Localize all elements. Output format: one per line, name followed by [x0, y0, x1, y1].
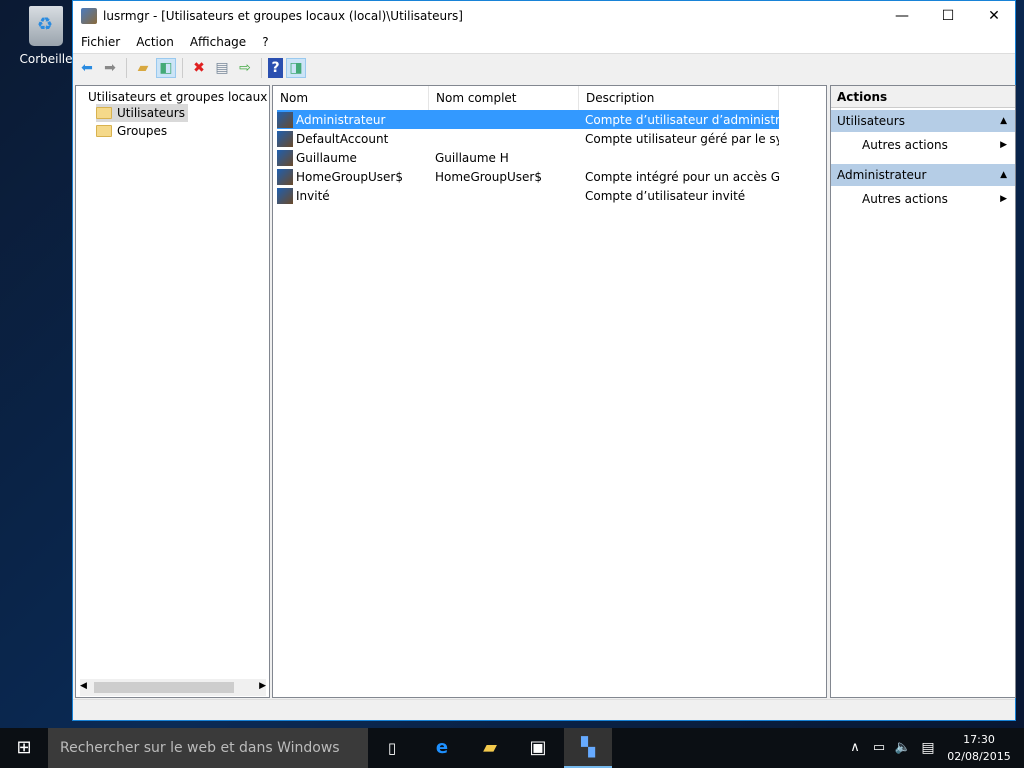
title-bar[interactable]: lusrmgr - [Utilisateurs et groupes locau… — [73, 1, 1015, 31]
lusrmgr-window: lusrmgr - [Utilisateurs et groupes locau… — [72, 0, 1016, 721]
scroll-left-icon[interactable]: ◀ — [80, 681, 87, 691]
clock[interactable]: 17:30 02/08/2015 — [944, 731, 1014, 765]
actions-section-utilisateurs[interactable]: Utilisateurs ▲ — [831, 110, 1015, 132]
menu-fichier[interactable]: Fichier — [73, 35, 128, 49]
menu-action[interactable]: Action — [128, 35, 182, 49]
back-icon[interactable]: ⬅ — [77, 58, 97, 78]
action-label: Autres actions — [862, 192, 948, 206]
submenu-arrow-icon: ▶ — [1000, 140, 1007, 150]
window-title: lusrmgr - [Utilisateurs et groupes locau… — [103, 9, 463, 23]
clock-time: 17:30 — [963, 733, 995, 746]
menu-affichage[interactable]: Affichage — [182, 35, 254, 49]
menu-bar: Fichier Action Affichage ? — [73, 31, 1015, 54]
recycle-bin-desktop-icon[interactable]: Corbeille — [14, 6, 78, 66]
folder-icon — [96, 125, 112, 137]
tree-item-groupes[interactable]: Groupes — [96, 122, 167, 140]
tree-item-label: Groupes — [117, 124, 168, 138]
cell-description: Compte d’utilisateur invité — [585, 188, 746, 203]
cell-nom: Invité — [296, 188, 330, 203]
scrollbar-thumb[interactable] — [94, 682, 234, 693]
menu-help[interactable]: ? — [254, 35, 276, 49]
app-icon — [81, 8, 97, 24]
properties-icon[interactable]: ▤ — [212, 58, 232, 78]
toolbar-separator — [126, 58, 127, 78]
user-icon — [277, 111, 293, 128]
clock-date: 02/08/2015 — [947, 750, 1011, 763]
recycle-bin-icon — [29, 6, 63, 46]
tree-item-label: Utilisateurs — [117, 106, 185, 120]
file-explorer-icon[interactable]: ▰ — [466, 728, 514, 768]
maximize-button[interactable]: ☐ — [925, 1, 971, 31]
start-windows-icon[interactable]: ⊞ — [0, 728, 48, 768]
task-view-icon[interactable]: ▯ — [368, 728, 416, 768]
action-label: Autres actions — [862, 138, 948, 152]
forward-icon[interactable]: ➡ — [100, 58, 120, 78]
submenu-arrow-icon: ▶ — [1000, 194, 1007, 204]
edge-browser-icon[interactable]: e — [418, 728, 466, 768]
cell-nom: DefaultAccount — [296, 131, 389, 146]
cell-nom: Administrateur — [296, 112, 386, 127]
tree-item-utilisateurs[interactable]: Utilisateurs — [96, 104, 188, 122]
console-tree-pane: Utilisateurs et groupes locaux (lo Utili… — [75, 85, 270, 698]
column-header-description[interactable]: Description — [579, 86, 779, 110]
action-center-icon[interactable]: ▤ — [914, 728, 942, 768]
collapse-icon[interactable]: ▲ — [1000, 164, 1007, 186]
table-row[interactable]: DefaultAccount Compte utilisateur géré p… — [277, 129, 779, 148]
search-box[interactable]: Rechercher sur le web et dans Windows — [48, 728, 368, 768]
cell-nom-complet: HomeGroupUser$ — [435, 169, 542, 184]
actions-title: Actions — [831, 86, 1015, 108]
cell-description: Compte intégré pour un accès Gr... — [585, 169, 779, 184]
cell-description: Compte utilisateur géré par le syst... — [585, 131, 779, 146]
column-header-nom[interactable]: Nom — [273, 86, 429, 110]
cell-nom-complet: Guillaume H — [435, 150, 509, 165]
volume-icon[interactable]: 🔈 — [890, 728, 916, 768]
column-header-nom-complet[interactable]: Nom complet — [429, 86, 579, 110]
taskbar: ⊞ Rechercher sur le web et dans Windows … — [0, 728, 1024, 768]
scroll-right-icon[interactable]: ▶ — [259, 681, 266, 691]
toolbar-separator — [182, 58, 183, 78]
cell-description: Compte d’utilisateur d’administra... — [585, 112, 779, 127]
users-list-pane: Nom Nom complet Description Administrate… — [272, 85, 827, 698]
up-folder-icon[interactable]: ▰ — [133, 58, 153, 78]
user-icon — [277, 168, 293, 185]
toolbar-separator — [261, 58, 262, 78]
close-button[interactable]: ✕ — [971, 1, 1017, 31]
help-icon[interactable]: ? — [268, 58, 283, 78]
autres-actions-administrateur[interactable]: Autres actions ▶ — [831, 188, 1015, 210]
show-hide-console-tree-icon[interactable]: ◧ — [156, 58, 176, 78]
recycle-bin-label: Corbeille — [19, 52, 73, 66]
tree-root-label: Utilisateurs et groupes locaux (lo — [88, 90, 268, 104]
cell-nom: Guillaume — [296, 150, 357, 165]
section-label: Utilisateurs — [837, 114, 905, 128]
user-icon — [277, 187, 293, 204]
autres-actions-utilisateurs[interactable]: Autres actions ▶ — [831, 134, 1015, 156]
collapse-icon[interactable]: ▲ — [1000, 110, 1007, 132]
network-icon[interactable]: ▭ — [866, 728, 892, 768]
lusrmgr-taskbar-icon[interactable]: ▚ — [564, 728, 612, 768]
minimize-button[interactable]: — — [879, 1, 925, 31]
actions-section-administrateur[interactable]: Administrateur ▲ — [831, 164, 1015, 186]
cell-nom: HomeGroupUser$ — [296, 169, 403, 184]
store-icon[interactable]: ▣ — [514, 728, 562, 768]
horizontal-scrollbar[interactable]: ◀ ▶ — [80, 679, 266, 696]
folder-icon — [96, 107, 112, 119]
delete-icon[interactable]: ✖ — [189, 58, 209, 78]
table-row[interactable]: Guillaume Guillaume H — [277, 148, 779, 167]
actions-pane: Actions Utilisateurs ▲ Autres actions ▶ Ad… — [830, 85, 1016, 698]
export-list-icon[interactable]: ⇨ — [235, 58, 255, 78]
section-label: Administrateur — [837, 168, 927, 182]
table-row[interactable]: Administrateur Compte d’utilisateur d’ad… — [277, 110, 779, 129]
user-icon — [277, 130, 293, 147]
table-row[interactable]: Invité Compte d’utilisateur invité — [277, 186, 779, 205]
user-icon — [277, 149, 293, 166]
show-hide-action-pane-icon[interactable]: ◨ — [286, 58, 306, 78]
toolbar: ⬅ ➡ ▰ ◧ ✖ ▤ ⇨ ? ◨ — [73, 54, 1015, 82]
status-bar — [73, 699, 1015, 720]
table-row[interactable]: HomeGroupUser$ HomeGroupUser$ Compte int… — [277, 167, 779, 186]
